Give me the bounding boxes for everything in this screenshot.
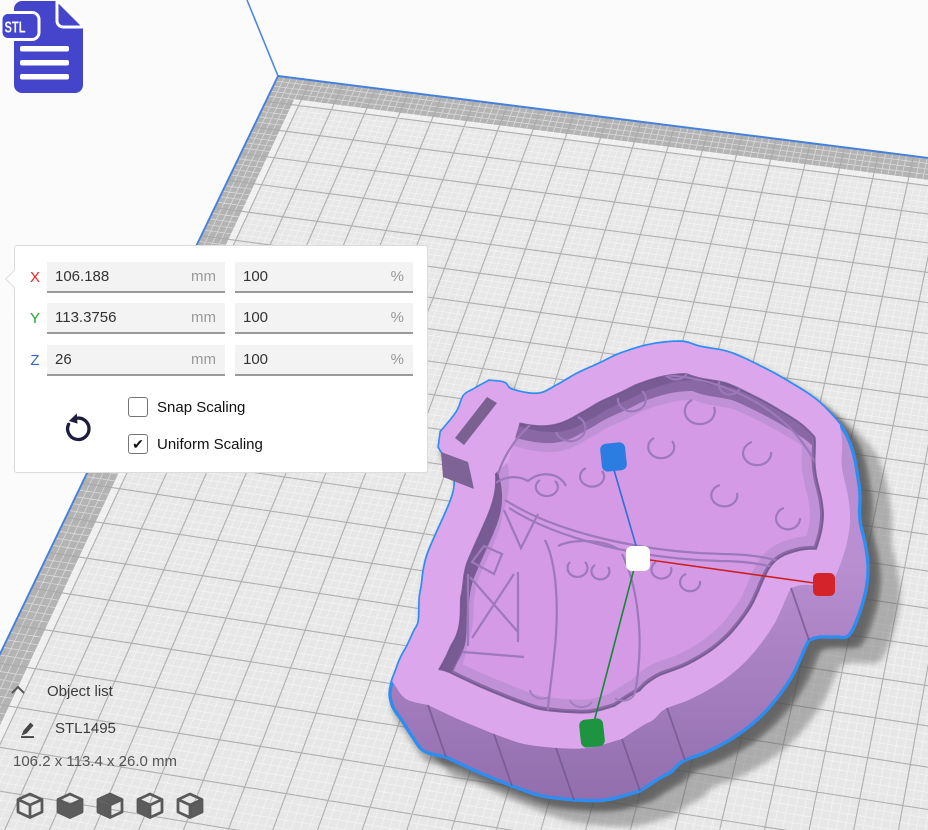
svg-text:STL: STL xyxy=(5,20,26,37)
